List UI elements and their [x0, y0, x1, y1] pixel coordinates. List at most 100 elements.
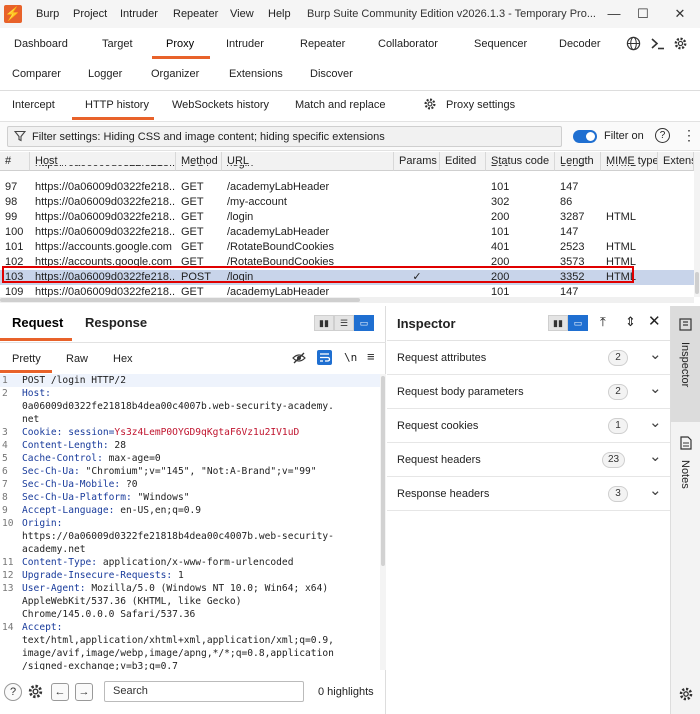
table-row[interactable]: 103 https://0a06009d0322fe218... POST/logi…	[0, 270, 694, 285]
highlights-count: 0 highlights	[318, 686, 374, 698]
menu-project[interactable]: Project	[73, 0, 107, 28]
tab-logger[interactable]: Logger	[88, 60, 122, 88]
tab-dashboard[interactable]: Dashboard	[14, 30, 68, 58]
filter-settings-box[interactable]: Filter settings: Hiding CSS and image co…	[7, 126, 562, 147]
tab-proxy[interactable]: Proxy	[166, 30, 194, 58]
side-tab-inspector[interactable]: Inspector	[671, 306, 700, 422]
tab-hex[interactable]: Hex	[113, 349, 133, 369]
chevron-down-icon[interactable]: ⌄	[649, 481, 662, 499]
menu-burp[interactable]: Burp	[36, 0, 59, 28]
tab-intercept[interactable]: Intercept	[12, 91, 55, 119]
word-wrap-icon	[320, 353, 331, 362]
chevron-down-icon[interactable]: ⌄	[649, 345, 662, 363]
inspector-single-view-button[interactable]: ▭	[568, 315, 588, 331]
tab-repeater[interactable]: Repeater	[300, 30, 345, 58]
table-horizontal-scrollbar[interactable]	[0, 297, 694, 303]
tab-intruder[interactable]: Intruder	[226, 30, 264, 58]
inspector-section-count-badge: 23	[602, 452, 626, 468]
inspector-section[interactable]: Request body parameters 2 ⌄	[387, 375, 670, 409]
cell-status-code: 401	[491, 241, 510, 253]
menu-help[interactable]: Help	[268, 0, 291, 28]
inspector-section[interactable]: Request headers 23 ⌄	[387, 443, 670, 477]
search-input[interactable]: Search	[104, 681, 304, 702]
request-editor[interactable]: 1 POST /login HTTP/2 2 Host: 0a06009d0322fe2…	[0, 374, 380, 670]
globe-icon[interactable]	[626, 36, 641, 51]
table-row[interactable]: 97 https://0a06009d0322fe218... GET/academ…	[0, 180, 694, 195]
minimize-button[interactable]: —	[599, 0, 629, 28]
single-view-button[interactable]: ▭	[354, 315, 374, 331]
tab-sequencer[interactable]: Sequencer	[474, 30, 527, 58]
table-row[interactable]: 109 https://0a06009d0322fe218... GET/acade…	[0, 285, 694, 297]
tab-response[interactable]: Response	[85, 315, 147, 330]
terminal-icon[interactable]	[651, 37, 665, 50]
editor-menu-icon[interactable]: ≡	[367, 349, 375, 364]
table-vscroll-thumb[interactable]	[695, 272, 699, 294]
tab-target[interactable]: Target	[102, 30, 133, 58]
table-vertical-scrollbar[interactable]	[694, 152, 700, 297]
table-row[interactable]: 98 https://0a06009d0322fe218... GET/my-acc…	[0, 195, 694, 210]
align-top-icon[interactable]: ⤒	[600, 314, 606, 330]
cell-status-code: 101	[491, 181, 510, 193]
cell-number	[0, 165, 30, 171]
menu-view[interactable]: View	[230, 0, 254, 28]
tab-match-and-replace[interactable]: Match and replace	[295, 91, 386, 119]
table-hscroll-thumb[interactable]	[0, 298, 360, 302]
close-window-button[interactable]: ✕	[665, 0, 695, 28]
gear-icon[interactable]	[673, 36, 688, 51]
table-row[interactable]: 102 https://accounts.google.com GET/Rotate…	[0, 255, 694, 270]
menu-intruder[interactable]: Intruder	[120, 0, 158, 28]
tab-raw[interactable]: Raw	[66, 349, 88, 369]
next-arrow-icon[interactable]: →	[75, 683, 93, 701]
split-horizontal-view-button[interactable]: ▮▮	[314, 315, 334, 331]
inspector-section-label: Request cookies	[397, 420, 479, 432]
show-newlines-button[interactable]: \n	[344, 351, 357, 364]
inspector-split-view-button[interactable]: ▮▮	[548, 315, 568, 331]
tab-organizer[interactable]: Organizer	[151, 60, 199, 88]
close-inspector-icon[interactable]: ✕	[648, 312, 661, 330]
inspector-section[interactable]: Response headers 3 ⌄	[387, 477, 670, 511]
editor-vscroll-thumb[interactable]	[381, 376, 385, 566]
table-row[interactable]: 101 https://accounts.google.com GET/Rotate…	[0, 240, 694, 255]
menu-repeater[interactable]: Repeater	[173, 0, 218, 28]
header-name: session=	[62, 427, 115, 438]
table-row[interactable]: https://0a06009d0322fe218...POST/login✓ 2…	[0, 165, 694, 171]
proxy-settings-gear-icon[interactable]	[423, 97, 437, 111]
chevron-down-icon[interactable]: ⌄	[649, 413, 662, 431]
maximize-button[interactable]: ☐	[628, 0, 658, 28]
tab-http-history[interactable]: HTTP history	[85, 91, 149, 119]
cell-mime-type	[601, 225, 658, 240]
word-wrap-button[interactable]	[317, 350, 332, 365]
side-settings-gear-icon[interactable]	[678, 686, 694, 702]
title-bar: ⚡ Burp Project Intruder Repeater View He…	[0, 0, 700, 28]
editor-vertical-scrollbar[interactable]	[380, 374, 386, 670]
tab-extensions[interactable]: Extensions	[229, 60, 283, 88]
more-options-icon[interactable]: ⋮	[682, 127, 696, 144]
help-icon[interactable]: ?	[655, 128, 670, 143]
filter-toggle[interactable]	[573, 130, 597, 143]
tab-comparer[interactable]: Comparer	[12, 60, 61, 88]
chevron-down-icon[interactable]: ⌄	[649, 447, 662, 465]
split-vertical-view-button[interactable]: ☰	[334, 315, 354, 331]
inspector-section[interactable]: Request attributes 2 ⌄	[387, 341, 670, 375]
tab-websockets-history[interactable]: WebSockets history	[172, 91, 269, 119]
hide-eye-icon[interactable]	[292, 351, 306, 365]
table-row[interactable]: 99 https://0a06009d0322fe218... GET/login 2…	[0, 210, 694, 225]
side-tab-notes[interactable]: Notes	[671, 424, 700, 504]
collapse-all-icon[interactable]: ⇕	[625, 314, 636, 330]
previous-arrow-icon[interactable]: ←	[51, 683, 69, 701]
chevron-down-icon[interactable]: ⌄	[649, 379, 662, 397]
help-circle-icon[interactable]: ?	[4, 683, 22, 701]
code-line: 13 User-Agent: Mozilla/5.0 (Windows NT 10…	[0, 582, 380, 595]
cell-edited	[440, 210, 486, 225]
tab-collaborator[interactable]: Collaborator	[378, 30, 438, 58]
tab-discover[interactable]: Discover	[310, 60, 353, 88]
proxy-settings-button[interactable]: Proxy settings	[446, 91, 515, 119]
code-line: 1 POST /login HTTP/2	[0, 374, 380, 387]
tab-decoder[interactable]: Decoder	[559, 30, 601, 58]
burp-logo-icon: ⚡	[4, 5, 22, 23]
inspector-section[interactable]: Request cookies 1 ⌄	[387, 409, 670, 443]
table-row[interactable]: 100 https://0a06009d0322fe218... GET/acade…	[0, 225, 694, 240]
tab-pretty[interactable]: Pretty	[12, 349, 41, 369]
tab-request[interactable]: Request	[12, 315, 63, 330]
editor-settings-gear-icon[interactable]	[27, 683, 44, 700]
